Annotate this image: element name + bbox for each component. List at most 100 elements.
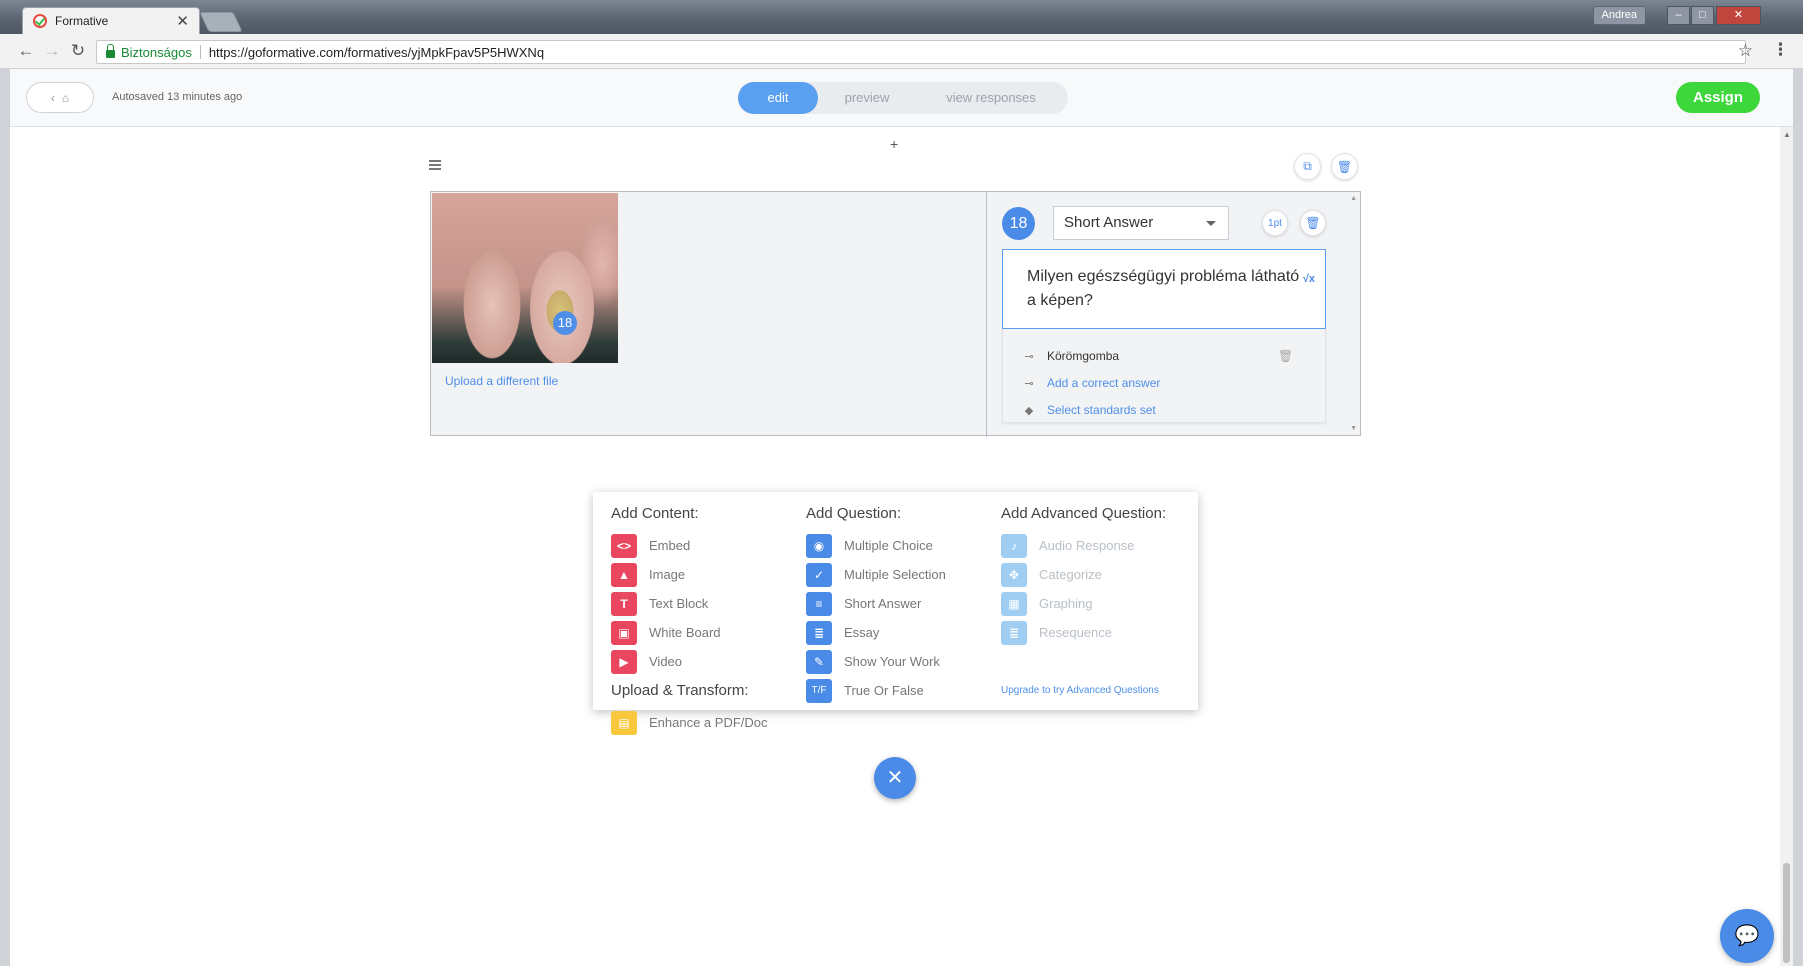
points-button[interactable]: 1pt — [1262, 210, 1288, 236]
correct-answer-row[interactable]: ⊸ Körömgomba — [1021, 349, 1119, 363]
profile-chip[interactable]: Andrea — [1592, 6, 1646, 25]
add-white-board-item[interactable]: ▣ White Board — [611, 618, 768, 647]
add-content-column: Add Content: <> Embed ▲ Image T Text Block … — [611, 505, 768, 737]
item-label: Enhance a PDF/Doc — [649, 715, 768, 730]
browser-tab[interactable]: Formative ✕ — [22, 7, 200, 34]
home-icon: ⌂ — [61, 90, 70, 105]
delete-answer-icon[interactable]: 🗑 — [1278, 349, 1293, 363]
window-close-button[interactable]: ✕ — [1716, 6, 1761, 25]
new-tab-button[interactable] — [199, 12, 243, 32]
item-label: Graphing — [1039, 596, 1093, 611]
tab-title: Formative — [55, 14, 109, 28]
secure-label: Biztonságos — [121, 44, 192, 60]
add-question-heading: Add Question: — [806, 505, 902, 522]
delete-question-button[interactable]: 🗑 — [1300, 210, 1326, 236]
reload-icon[interactable]: ↻ — [68, 41, 88, 61]
video-play-icon: ▶ — [611, 649, 637, 674]
copy-block-button[interactable]: ⧉ — [1294, 153, 1321, 180]
tab-edit[interactable]: edit — [738, 82, 818, 114]
insert-block-plus-icon[interactable]: + — [890, 136, 898, 152]
enhance-pdf-item[interactable]: ▤ Enhance a PDF/Doc — [611, 708, 768, 737]
panel-scroll-down-icon[interactable]: ▼ — [1350, 425, 1357, 432]
tab-close-icon[interactable]: ✕ — [176, 12, 189, 30]
upload-different-file-link[interactable]: Upload a different file — [445, 374, 558, 388]
short-answer-icon: ≡ — [806, 591, 832, 616]
white-board-icon: ▣ — [611, 620, 637, 645]
categorize-icon: ✥ — [1001, 562, 1027, 587]
lock-icon — [106, 43, 115, 58]
browser-titlebar: Formative ✕ Andrea – □ ✕ — [0, 0, 1803, 34]
text-block-icon: T — [611, 591, 637, 616]
key-icon: ⊸ — [1024, 377, 1034, 390]
image-question-pin[interactable]: 18 — [553, 311, 577, 335]
math-equation-icon[interactable]: √x — [1303, 267, 1315, 291]
add-short-answer-item[interactable]: ≡ Short Answer — [806, 589, 946, 618]
assign-button[interactable]: Assign — [1676, 82, 1760, 113]
url-text[interactable]: https://goformative.com/formatives/yjMpk… — [209, 45, 544, 60]
forward-arrow-icon[interactable]: → — [42, 41, 62, 61]
item-label: Short Answer — [844, 596, 922, 611]
address-bar[interactable]: Biztonságos https://goformative.com/form… — [96, 40, 1746, 64]
microphone-icon: ♪ — [1001, 533, 1027, 558]
add-graphing-item[interactable]: ▦ Graphing — [1001, 589, 1166, 618]
add-categorize-item[interactable]: ✥ Categorize — [1001, 560, 1166, 589]
add-true-or-false-item[interactable]: T/F True Or False — [806, 676, 946, 705]
checkbox-icon: ✓ — [806, 562, 832, 587]
panel-scroll-up-icon[interactable]: ▲ — [1350, 195, 1357, 202]
add-advanced-question-column: Add Advanced Question: ♪ Audio Response ✥… — [1001, 505, 1166, 647]
add-embed-item[interactable]: <> Embed — [611, 531, 768, 560]
question-type-value: Short Answer — [1064, 214, 1154, 231]
select-standards-link[interactable]: ◆ Select standards set — [1021, 403, 1156, 417]
close-add-menu-button[interactable]: ✕ — [874, 757, 916, 799]
add-question-column: Add Question: ◉ Multiple Choice ✓ Multiple… — [806, 505, 946, 705]
autosave-status: Autosaved 13 minutes ago — [112, 91, 243, 103]
home-button[interactable]: ‹ ⌂ — [26, 82, 94, 113]
mode-switcher: edit preview view responses — [738, 82, 1068, 114]
scrollbar-thumb[interactable] — [1783, 863, 1790, 963]
question-type-select[interactable]: Short Answer — [1053, 206, 1229, 240]
upgrade-advanced-link[interactable]: Upgrade to try Advanced Questions — [1001, 685, 1159, 696]
question-block: 18 Upload a different file 18 Short Answ… — [430, 191, 1361, 437]
radio-icon: ◉ — [806, 533, 832, 558]
chat-support-button[interactable]: 💬 — [1720, 909, 1774, 963]
question-text-editor[interactable]: Milyen egészségügyi probléma látható a k… — [1002, 249, 1326, 329]
trash-icon: 🗑 — [1305, 216, 1321, 230]
add-text-block-item[interactable]: T Text Block — [611, 589, 768, 618]
grid-icon: ▦ — [1001, 591, 1027, 616]
add-advanced-heading: Add Advanced Question: — [1001, 505, 1167, 522]
question-text: Milyen egészségügyi probléma látható a k… — [1027, 268, 1300, 309]
add-audio-response-item[interactable]: ♪ Audio Response — [1001, 531, 1166, 560]
item-label: White Board — [649, 625, 721, 640]
item-label: Image — [649, 567, 686, 582]
add-resequence-item[interactable]: ≣ Resequence — [1001, 618, 1166, 647]
tab-view-responses[interactable]: view responses — [916, 82, 1066, 114]
drag-handle-icon[interactable] — [429, 160, 441, 172]
formative-favicon-icon — [33, 14, 47, 28]
page-scrollbar[interactable]: ▲ — [1780, 127, 1793, 966]
scroll-up-arrow-icon[interactable]: ▲ — [1783, 130, 1791, 139]
add-multiple-choice-item[interactable]: ◉ Multiple Choice — [806, 531, 946, 560]
tab-preview[interactable]: preview — [818, 82, 916, 114]
essay-icon: ≣ — [806, 620, 832, 645]
add-correct-answer-label: Add a correct answer — [1047, 376, 1161, 390]
add-image-item[interactable]: ▲ Image — [611, 560, 768, 589]
browser-menu-icon[interactable]: ⋮ — [1772, 40, 1789, 60]
add-video-item[interactable]: ▶ Video — [611, 647, 768, 676]
add-essay-item[interactable]: ≣ Essay — [806, 618, 946, 647]
bookmark-star-icon[interactable]: ☆ — [1738, 41, 1753, 61]
minimize-button[interactable]: – — [1667, 6, 1690, 25]
item-label: Multiple Selection — [844, 567, 946, 582]
item-label: Embed — [649, 538, 691, 553]
maximize-button[interactable]: □ — [1691, 6, 1714, 25]
add-multiple-selection-item[interactable]: ✓ Multiple Selection — [806, 560, 946, 589]
key-icon: ⊸ — [1024, 350, 1034, 363]
resequence-icon: ≣ — [1001, 620, 1027, 645]
add-correct-answer-link[interactable]: ⊸ Add a correct answer — [1021, 376, 1160, 390]
add-show-your-work-item[interactable]: ✎ Show Your Work — [806, 647, 946, 676]
item-label: Categorize — [1039, 567, 1102, 582]
item-label: Essay — [844, 625, 880, 640]
item-label: Resequence — [1039, 625, 1112, 640]
back-arrow-icon[interactable]: ← — [16, 41, 36, 61]
answer-settings: ⊸ Körömgomba 🗑 ⊸ Add a correct answer ◆ … — [1002, 329, 1326, 423]
delete-block-button[interactable]: 🗑 — [1331, 153, 1358, 180]
